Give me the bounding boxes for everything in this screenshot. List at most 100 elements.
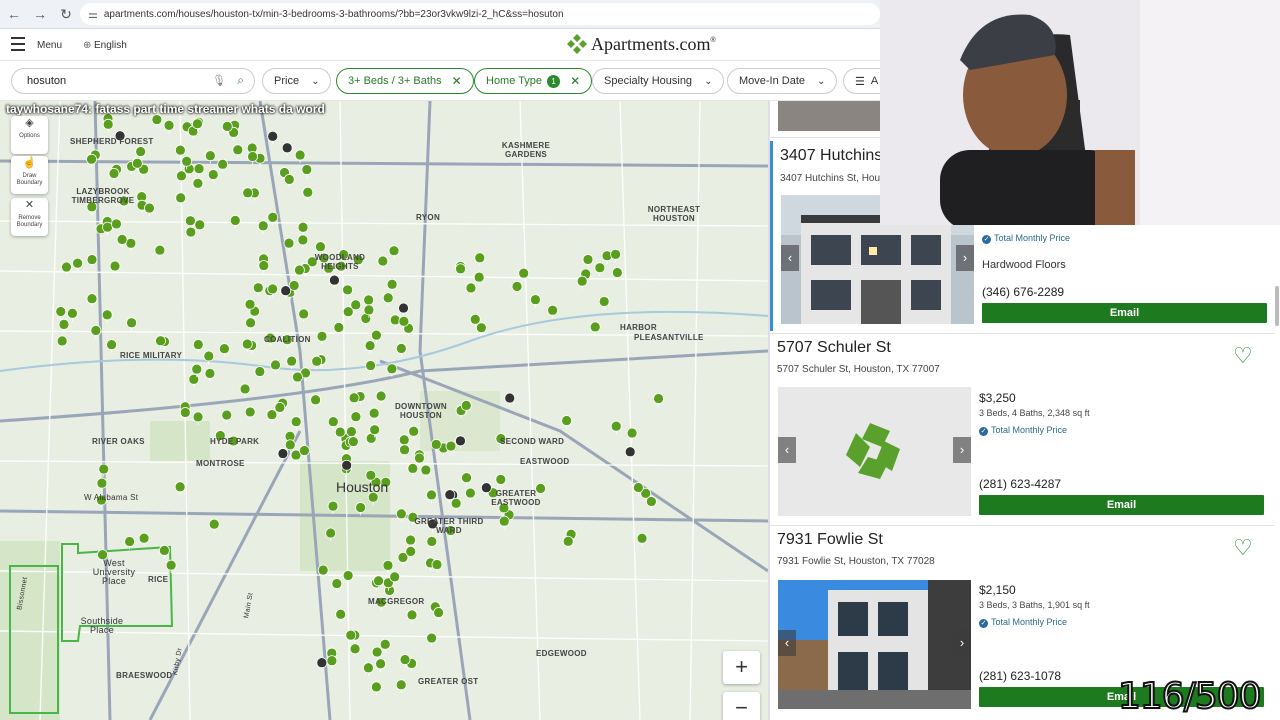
map-listing-pin[interactable] <box>229 215 241 229</box>
map-listing-pin[interactable] <box>431 559 443 573</box>
map-listing-pin[interactable] <box>495 474 507 488</box>
map-listing-pin[interactable] <box>311 355 323 370</box>
map-listing-pin[interactable] <box>342 284 354 298</box>
map-listing-pin[interactable] <box>382 292 394 306</box>
map-listing-pin[interactable] <box>56 335 68 349</box>
map-listing-pin[interactable] <box>301 164 313 178</box>
map-listing-pin[interactable] <box>159 545 170 559</box>
map-listing-pin[interactable] <box>163 119 175 134</box>
map-listing-pin[interactable] <box>349 643 361 657</box>
map-listing-pin[interactable] <box>511 281 523 295</box>
map-listing-pin[interactable] <box>370 681 382 695</box>
map-listing-pin[interactable] <box>375 658 387 672</box>
map-listing-pin[interactable] <box>124 536 136 550</box>
map-listing-pin[interactable] <box>626 427 638 441</box>
map-listing-pin[interactable] <box>636 532 648 547</box>
map-listing-pin[interactable] <box>302 186 314 201</box>
listing-title[interactable]: 3407 Hutchins <box>780 147 882 165</box>
map-listing-pin[interactable] <box>188 373 200 388</box>
map-listing-pin[interactable] <box>176 170 187 184</box>
map-listing-pin[interactable] <box>386 278 398 293</box>
map-listing-pin[interactable] <box>126 317 137 331</box>
map-listing-pin[interactable] <box>329 274 340 289</box>
map-listing-pin[interactable] <box>386 363 398 377</box>
map-listing-pin[interactable] <box>165 559 177 574</box>
map-listing-pin[interactable] <box>138 532 150 547</box>
map-listing-pin[interactable] <box>388 245 400 259</box>
map-listing-pin[interactable] <box>174 144 186 159</box>
map-listing-pin[interactable] <box>461 472 472 486</box>
next-photo-arrow[interactable]: › <box>953 630 971 656</box>
map-listing-pin[interactable] <box>395 679 407 693</box>
map-listing-pin[interactable] <box>395 508 407 522</box>
map-listing-pin[interactable] <box>371 646 383 661</box>
map-listing-pin[interactable] <box>407 462 419 477</box>
map-listing-pin[interactable] <box>185 226 197 241</box>
previous-photo-arrow[interactable]: ‹ <box>778 630 796 656</box>
map-listing-pin[interactable] <box>108 168 120 182</box>
map-listing-pin[interactable] <box>455 263 466 277</box>
map-listing-pin[interactable] <box>473 271 485 286</box>
map-listing-pin[interactable] <box>326 655 338 669</box>
map-listing-pin[interactable] <box>498 515 510 530</box>
email-button[interactable]: Email <box>979 495 1264 515</box>
map-listing-pin[interactable] <box>420 464 432 478</box>
map-listing-pin[interactable] <box>350 411 362 425</box>
map-listing-pin[interactable] <box>283 174 295 188</box>
previous-photo-arrow[interactable]: ‹ <box>781 245 799 271</box>
map-listing-pin[interactable] <box>297 221 309 236</box>
map-listing-pin[interactable] <box>252 282 264 296</box>
map-listing-pin[interactable] <box>316 330 328 345</box>
zoom-in-button[interactable]: + <box>723 651 760 684</box>
map-listing-pin[interactable] <box>283 237 295 252</box>
map-listing-pin[interactable] <box>102 118 114 133</box>
map-listing-pin[interactable] <box>239 383 251 397</box>
globe-icon[interactable]: ⊕ <box>83 40 91 51</box>
map-listing-pin[interactable] <box>257 220 269 234</box>
map-listing-pin[interactable] <box>193 163 205 177</box>
map-listing-pin[interactable] <box>267 130 279 145</box>
listing-card[interactable]: 5707 Schuler St 5707 Schuler St, Houston… <box>770 333 1275 525</box>
map-listing-pin[interactable] <box>58 319 70 333</box>
map-listing-pin[interactable] <box>281 142 293 156</box>
hamburger-menu-icon[interactable] <box>11 37 25 51</box>
listing-title[interactable]: 7931 Fowlie St <box>777 531 883 549</box>
map-listing-pin[interactable] <box>151 114 163 128</box>
menu-label[interactable]: Menu <box>37 40 62 51</box>
map-listing-pin[interactable] <box>645 496 657 510</box>
map-listing-pin[interactable] <box>208 518 220 533</box>
map-listing-pin[interactable] <box>297 234 309 248</box>
map-listing-pin[interactable] <box>561 415 573 429</box>
map-listing-pin[interactable] <box>242 187 254 201</box>
map-listing-pin[interactable] <box>562 535 574 550</box>
zoom-out-button[interactable]: − <box>723 692 760 720</box>
map-listing-pin[interactable] <box>270 359 281 373</box>
map-listing-pin[interactable] <box>286 355 298 370</box>
map-listing-pin[interactable] <box>327 416 339 430</box>
map-listing-pin[interactable] <box>365 360 377 374</box>
map-listing-pin[interactable] <box>364 340 376 354</box>
map-listing-pin[interactable] <box>266 409 278 423</box>
map-listing-pin[interactable] <box>348 392 360 406</box>
forward-icon[interactable]: → <box>28 2 52 26</box>
search-icon[interactable]: ⌕ <box>237 73 244 88</box>
map-listing-pin[interactable] <box>174 481 186 495</box>
address-bar[interactable]: ⚌ apartments.com/houses/houston-tx/min-3… <box>80 3 880 25</box>
map-listing-pin[interactable] <box>598 296 610 310</box>
map-listing-pin[interactable] <box>368 407 380 422</box>
map-listing-pin[interactable] <box>342 570 354 584</box>
map-listing-pin[interactable] <box>298 308 310 322</box>
map-listing-pin[interactable] <box>192 177 204 192</box>
location-search-input[interactable]: hosuton 🎙 ⌕ <box>11 68 255 94</box>
back-icon[interactable]: ← <box>2 2 26 26</box>
map-listing-pin[interactable] <box>610 248 621 263</box>
listing-title[interactable]: 5707 Schuler St <box>777 339 891 357</box>
map-listing-pin[interactable] <box>179 407 191 421</box>
map-listing-pin[interactable] <box>398 302 409 317</box>
listing-phone[interactable]: (346) 676-2289 <box>982 285 1064 299</box>
listing-phone[interactable]: (281) 623-4287 <box>979 477 1061 491</box>
reload-icon[interactable]: ↻ <box>54 2 78 26</box>
map-listing-pin[interactable] <box>116 234 128 248</box>
microphone-icon[interactable]: 🎙 <box>212 74 226 87</box>
map-listing-pin[interactable] <box>433 607 445 621</box>
